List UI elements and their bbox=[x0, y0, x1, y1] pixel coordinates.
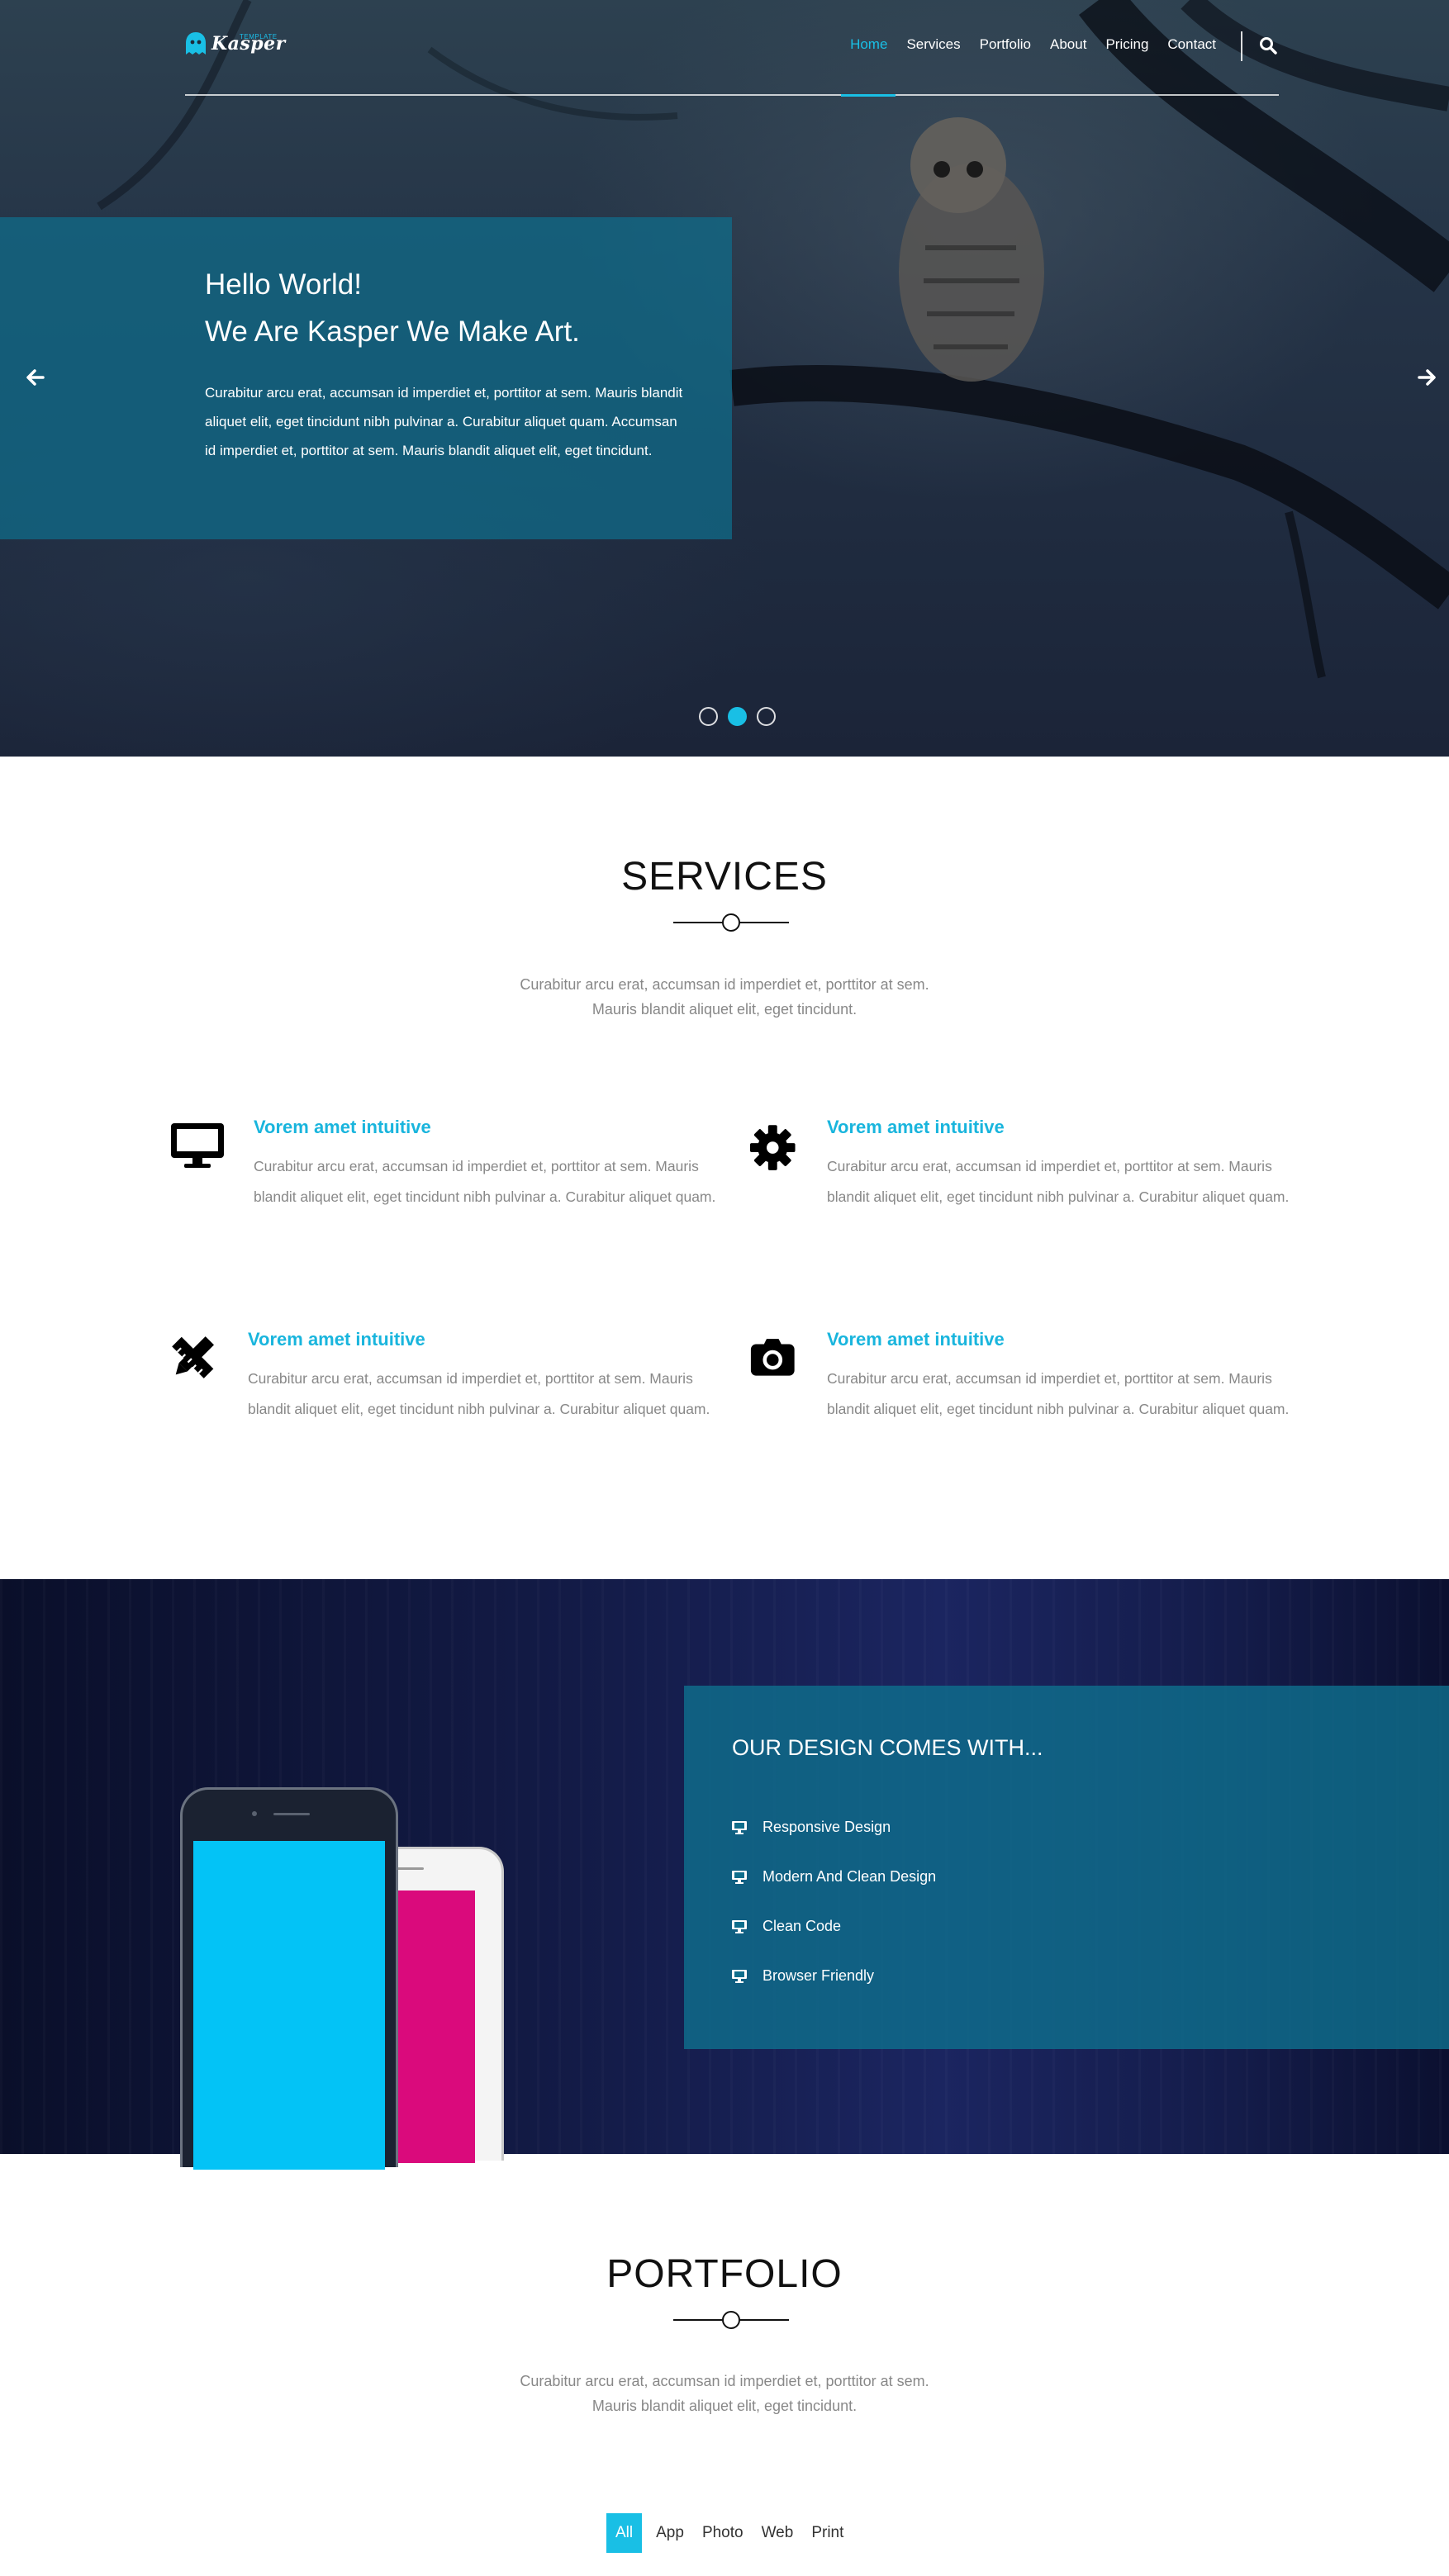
feature-label: Clean Code bbox=[763, 1918, 842, 1934]
services-desc-line2: Mauris blandit aliquet elit, eget tincid… bbox=[591, 1001, 858, 1018]
filter-app[interactable]: App bbox=[649, 2513, 691, 2553]
phone-screen-blue bbox=[193, 1841, 385, 2170]
desktop-icon bbox=[732, 1919, 747, 1933]
portfolio-desc-line1: Curabitur arcu erat, accumsan id imperdi… bbox=[520, 2373, 929, 2389]
design-title: OUR DESIGN COMES WITH... bbox=[732, 1735, 1043, 1760]
service-text: Curabitur arcu erat, accumsan id imperdi… bbox=[827, 1158, 1290, 1205]
nav-pricing[interactable]: Pricing bbox=[1105, 36, 1148, 53]
portfolio-divider bbox=[673, 2310, 789, 2330]
services-divider bbox=[673, 913, 789, 932]
hero-subtitle: We Are Kasper We Make Art. bbox=[205, 315, 580, 348]
slider-dots bbox=[699, 707, 776, 726]
nav-underline bbox=[185, 94, 1279, 96]
gear-icon bbox=[750, 1125, 796, 1170]
feature-label: Modern And Clean Design bbox=[763, 1868, 937, 1885]
service-text: Curabitur arcu erat, accumsan id imperdi… bbox=[248, 1370, 710, 1417]
portfolio-filters: All App Photo Web Print bbox=[606, 2513, 855, 2553]
brand-tagline: TEMPLATE bbox=[240, 33, 278, 40]
owl-figure bbox=[899, 117, 1044, 382]
slider-dot-1[interactable] bbox=[699, 707, 718, 726]
slider-dot-3[interactable] bbox=[757, 707, 776, 726]
service-title: Vorem amet intuitive bbox=[827, 1329, 1005, 1350]
service-text: Curabitur arcu erat, accumsan id imperdi… bbox=[254, 1158, 716, 1205]
search-icon[interactable] bbox=[1259, 36, 1277, 55]
nav-home[interactable]: Home bbox=[850, 36, 887, 53]
feature-item-1: Responsive Design bbox=[731, 1819, 891, 1836]
service-text: Curabitur arcu erat, accumsan id imperdi… bbox=[827, 1370, 1290, 1417]
nav-services[interactable]: Services bbox=[906, 36, 960, 53]
feature-item-2: Modern And Clean Design bbox=[731, 1868, 936, 1886]
camera-icon bbox=[750, 1339, 795, 1376]
services-title: SERVICES bbox=[621, 855, 828, 899]
nav-separator bbox=[1241, 31, 1242, 61]
desktop-icon bbox=[171, 1123, 224, 1168]
nav-active-indicator bbox=[841, 94, 896, 97]
site-logo[interactable]: Kasper TEMPLATE bbox=[185, 31, 286, 56]
ghost-logo-icon bbox=[186, 32, 206, 55]
portfolio-title: PORTFOLIO bbox=[606, 2252, 843, 2296]
slider-dot-2[interactable] bbox=[728, 707, 747, 726]
hero-text: Curabitur arcu erat, accumsan id imperdi… bbox=[205, 385, 683, 458]
service-title: Vorem amet intuitive bbox=[254, 1117, 431, 1137]
phone-dark-mockup bbox=[180, 1787, 398, 2170]
feature-label: Browser Friendly bbox=[763, 1967, 875, 1984]
arrow-right-icon[interactable] bbox=[1416, 367, 1437, 388]
service-title: Vorem amet intuitive bbox=[827, 1117, 1005, 1137]
filter-photo[interactable]: Photo bbox=[696, 2513, 750, 2553]
feature-label: Responsive Design bbox=[763, 1819, 891, 1835]
nav-contact[interactable]: Contact bbox=[1167, 36, 1216, 53]
service-title: Vorem amet intuitive bbox=[248, 1329, 425, 1350]
pencil-ruler-icon bbox=[172, 1336, 214, 1378]
feature-item-4: Browser Friendly bbox=[731, 1967, 874, 1985]
nav-about[interactable]: About bbox=[1050, 36, 1086, 53]
filter-print[interactable]: Print bbox=[805, 2513, 850, 2553]
hero-slider: Kasper TEMPLATE Home Services Portfolio … bbox=[0, 0, 1449, 757]
filter-all[interactable]: All bbox=[606, 2513, 643, 2553]
desktop-icon bbox=[732, 1820, 747, 1834]
arrow-left-icon[interactable] bbox=[25, 367, 46, 388]
desktop-icon bbox=[732, 1969, 747, 1983]
filter-web[interactable]: Web bbox=[755, 2513, 801, 2553]
main-nav: Home Services Portfolio About Pricing Co… bbox=[850, 36, 1216, 53]
desktop-icon bbox=[732, 1870, 747, 1884]
nav-portfolio[interactable]: Portfolio bbox=[980, 36, 1031, 53]
feature-item-3: Clean Code bbox=[731, 1918, 841, 1935]
portfolio-desc-line2: Mauris blandit aliquet elit, eget tincid… bbox=[591, 2398, 858, 2414]
hero-title: Hello World! bbox=[205, 268, 362, 301]
services-desc-line1: Curabitur arcu erat, accumsan id imperdi… bbox=[520, 976, 929, 993]
